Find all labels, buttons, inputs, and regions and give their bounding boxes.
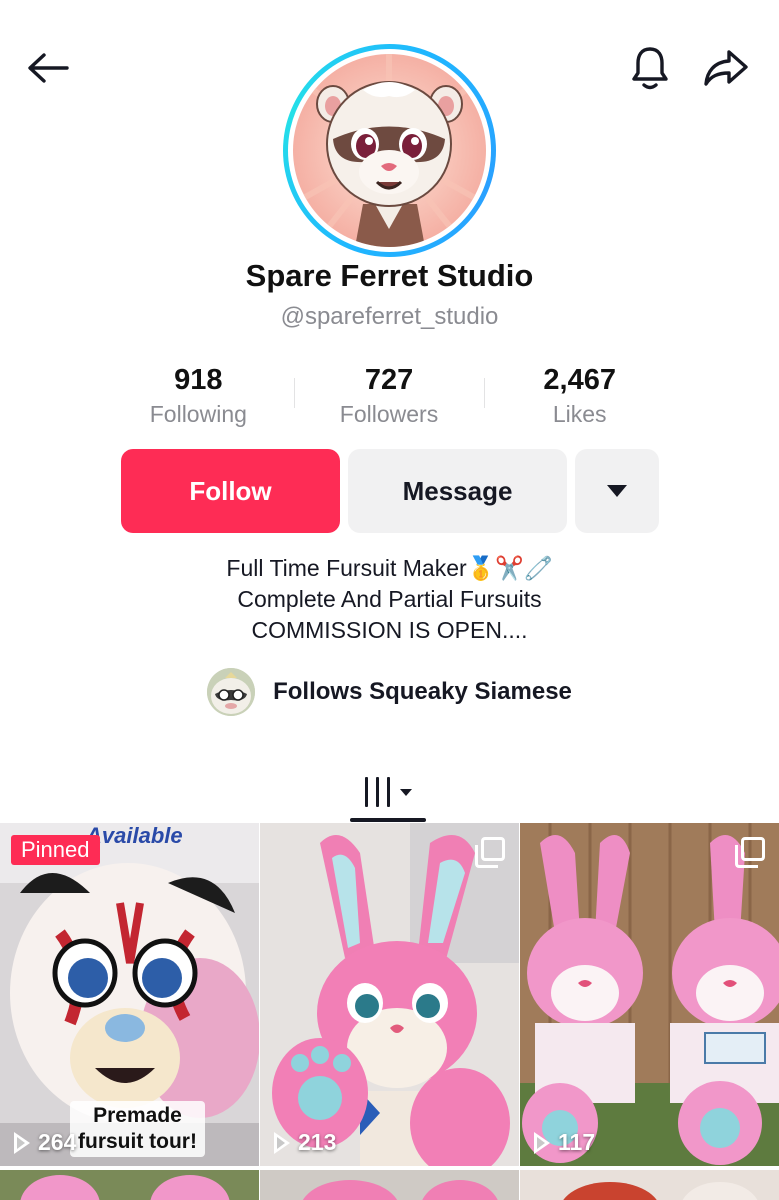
bio-line: Full Time Fursuit Maker🥇✂️🧷 (226, 555, 553, 581)
multi-photo-icon (475, 837, 505, 868)
stat-divider (294, 378, 295, 408)
stat-value: 918 (174, 364, 223, 396)
mutual-follows[interactable]: Follows Squeaky Siamese (0, 668, 779, 716)
pinned-badge: Pinned (11, 835, 100, 865)
profile-bio: Full Time Fursuit Maker🥇✂️🧷 Complete And… (0, 553, 779, 646)
stat-value: 2,467 (543, 364, 616, 396)
arrow-left-icon (28, 53, 69, 83)
caption-line: fursuit tour! (78, 1130, 197, 1153)
play-icon (274, 1131, 290, 1154)
video-tile[interactable]: Available Pinned Premade fursuit tour! 2… (0, 823, 259, 1166)
profile-stats: 918 Following 727 Followers 2,467 Likes (103, 364, 675, 434)
video-thumbnail (520, 823, 779, 1166)
back-button[interactable] (20, 40, 76, 96)
thumbnail-overlay-text: Available (86, 823, 183, 848)
chevron-down-icon (399, 788, 412, 796)
video-thumbnail (260, 1170, 519, 1200)
video-thumbnail (260, 823, 519, 1166)
tab-videos-grid[interactable] (350, 760, 426, 824)
play-icon (534, 1131, 550, 1154)
stat-likes[interactable]: 2,467 Likes (484, 364, 675, 434)
video-tile[interactable] (520, 1170, 779, 1200)
stat-followers[interactable]: 727 Followers (294, 364, 485, 434)
caret-down-icon (607, 485, 627, 497)
grid-icon (364, 777, 390, 807)
message-button[interactable]: Message (348, 449, 567, 533)
view-count: 213 (274, 1129, 336, 1156)
profile-handle: @spareferret_studio (280, 303, 499, 330)
multi-photo-icon (735, 837, 765, 868)
video-tile[interactable]: 213 (260, 823, 519, 1166)
mutual-avatar (207, 668, 256, 716)
view-count: 117 (534, 1129, 595, 1156)
stat-label: Following (149, 401, 247, 427)
view-count-value: 213 (298, 1129, 337, 1155)
mutual-follows-text: Follows Squeaky Siamese (273, 678, 572, 705)
stat-following[interactable]: 918 Following (103, 364, 294, 434)
view-count-value: 117 (558, 1129, 596, 1155)
video-tile[interactable] (0, 1170, 259, 1200)
bio-line: COMMISSION IS OPEN.... (251, 617, 528, 643)
notification-button[interactable] (622, 40, 678, 96)
video-tile[interactable] (260, 1170, 519, 1200)
more-options-button[interactable] (575, 449, 659, 533)
bell-icon (632, 47, 668, 90)
play-icon (14, 1131, 30, 1154)
avatar-frame (288, 49, 491, 252)
video-thumbnail (520, 1170, 779, 1200)
thumbnail-caption: Premade fursuit tour! (70, 1101, 205, 1157)
content-tab-bar (0, 760, 779, 824)
stat-value: 727 (364, 364, 414, 396)
stat-label: Likes (552, 401, 607, 427)
stat-divider (484, 378, 485, 408)
profile-name: Spare Ferret Studio (245, 258, 534, 293)
view-count: 264 (14, 1129, 76, 1156)
video-thumbnail (0, 1170, 259, 1200)
ferret-avatar-image (293, 54, 486, 247)
caption-line: Premade (93, 1104, 182, 1127)
share-arrow-icon (704, 50, 748, 86)
active-tab-indicator (350, 818, 426, 822)
profile-avatar[interactable] (283, 44, 496, 257)
bio-line: Complete And Partial Fursuits (237, 586, 542, 612)
follow-button[interactable]: Follow (121, 449, 340, 533)
view-count-value: 264 (38, 1129, 77, 1155)
stat-label: Followers (339, 401, 439, 427)
video-tile[interactable]: 117 (520, 823, 779, 1166)
share-button[interactable] (698, 40, 754, 96)
